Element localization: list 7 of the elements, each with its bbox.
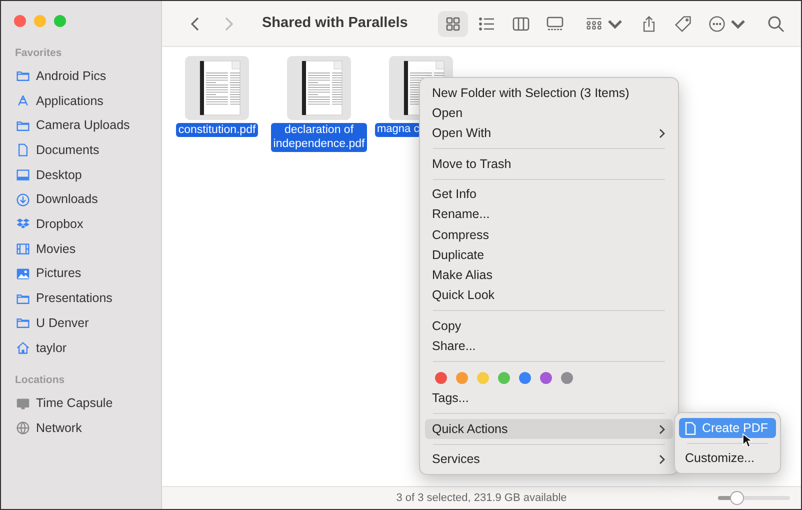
sidebar-heading: Locations xyxy=(14,373,66,388)
file-name: constitution.pdf xyxy=(176,123,258,138)
file-name: declaration of independence.pdf xyxy=(271,123,367,152)
status-text: 3 of 3 selected, 231.9 GB available xyxy=(396,490,567,506)
sidebar-heading: Favorites xyxy=(14,46,63,61)
window-title: Shared with Parallels xyxy=(262,14,408,33)
file-name: magna c xyxy=(375,123,422,137)
